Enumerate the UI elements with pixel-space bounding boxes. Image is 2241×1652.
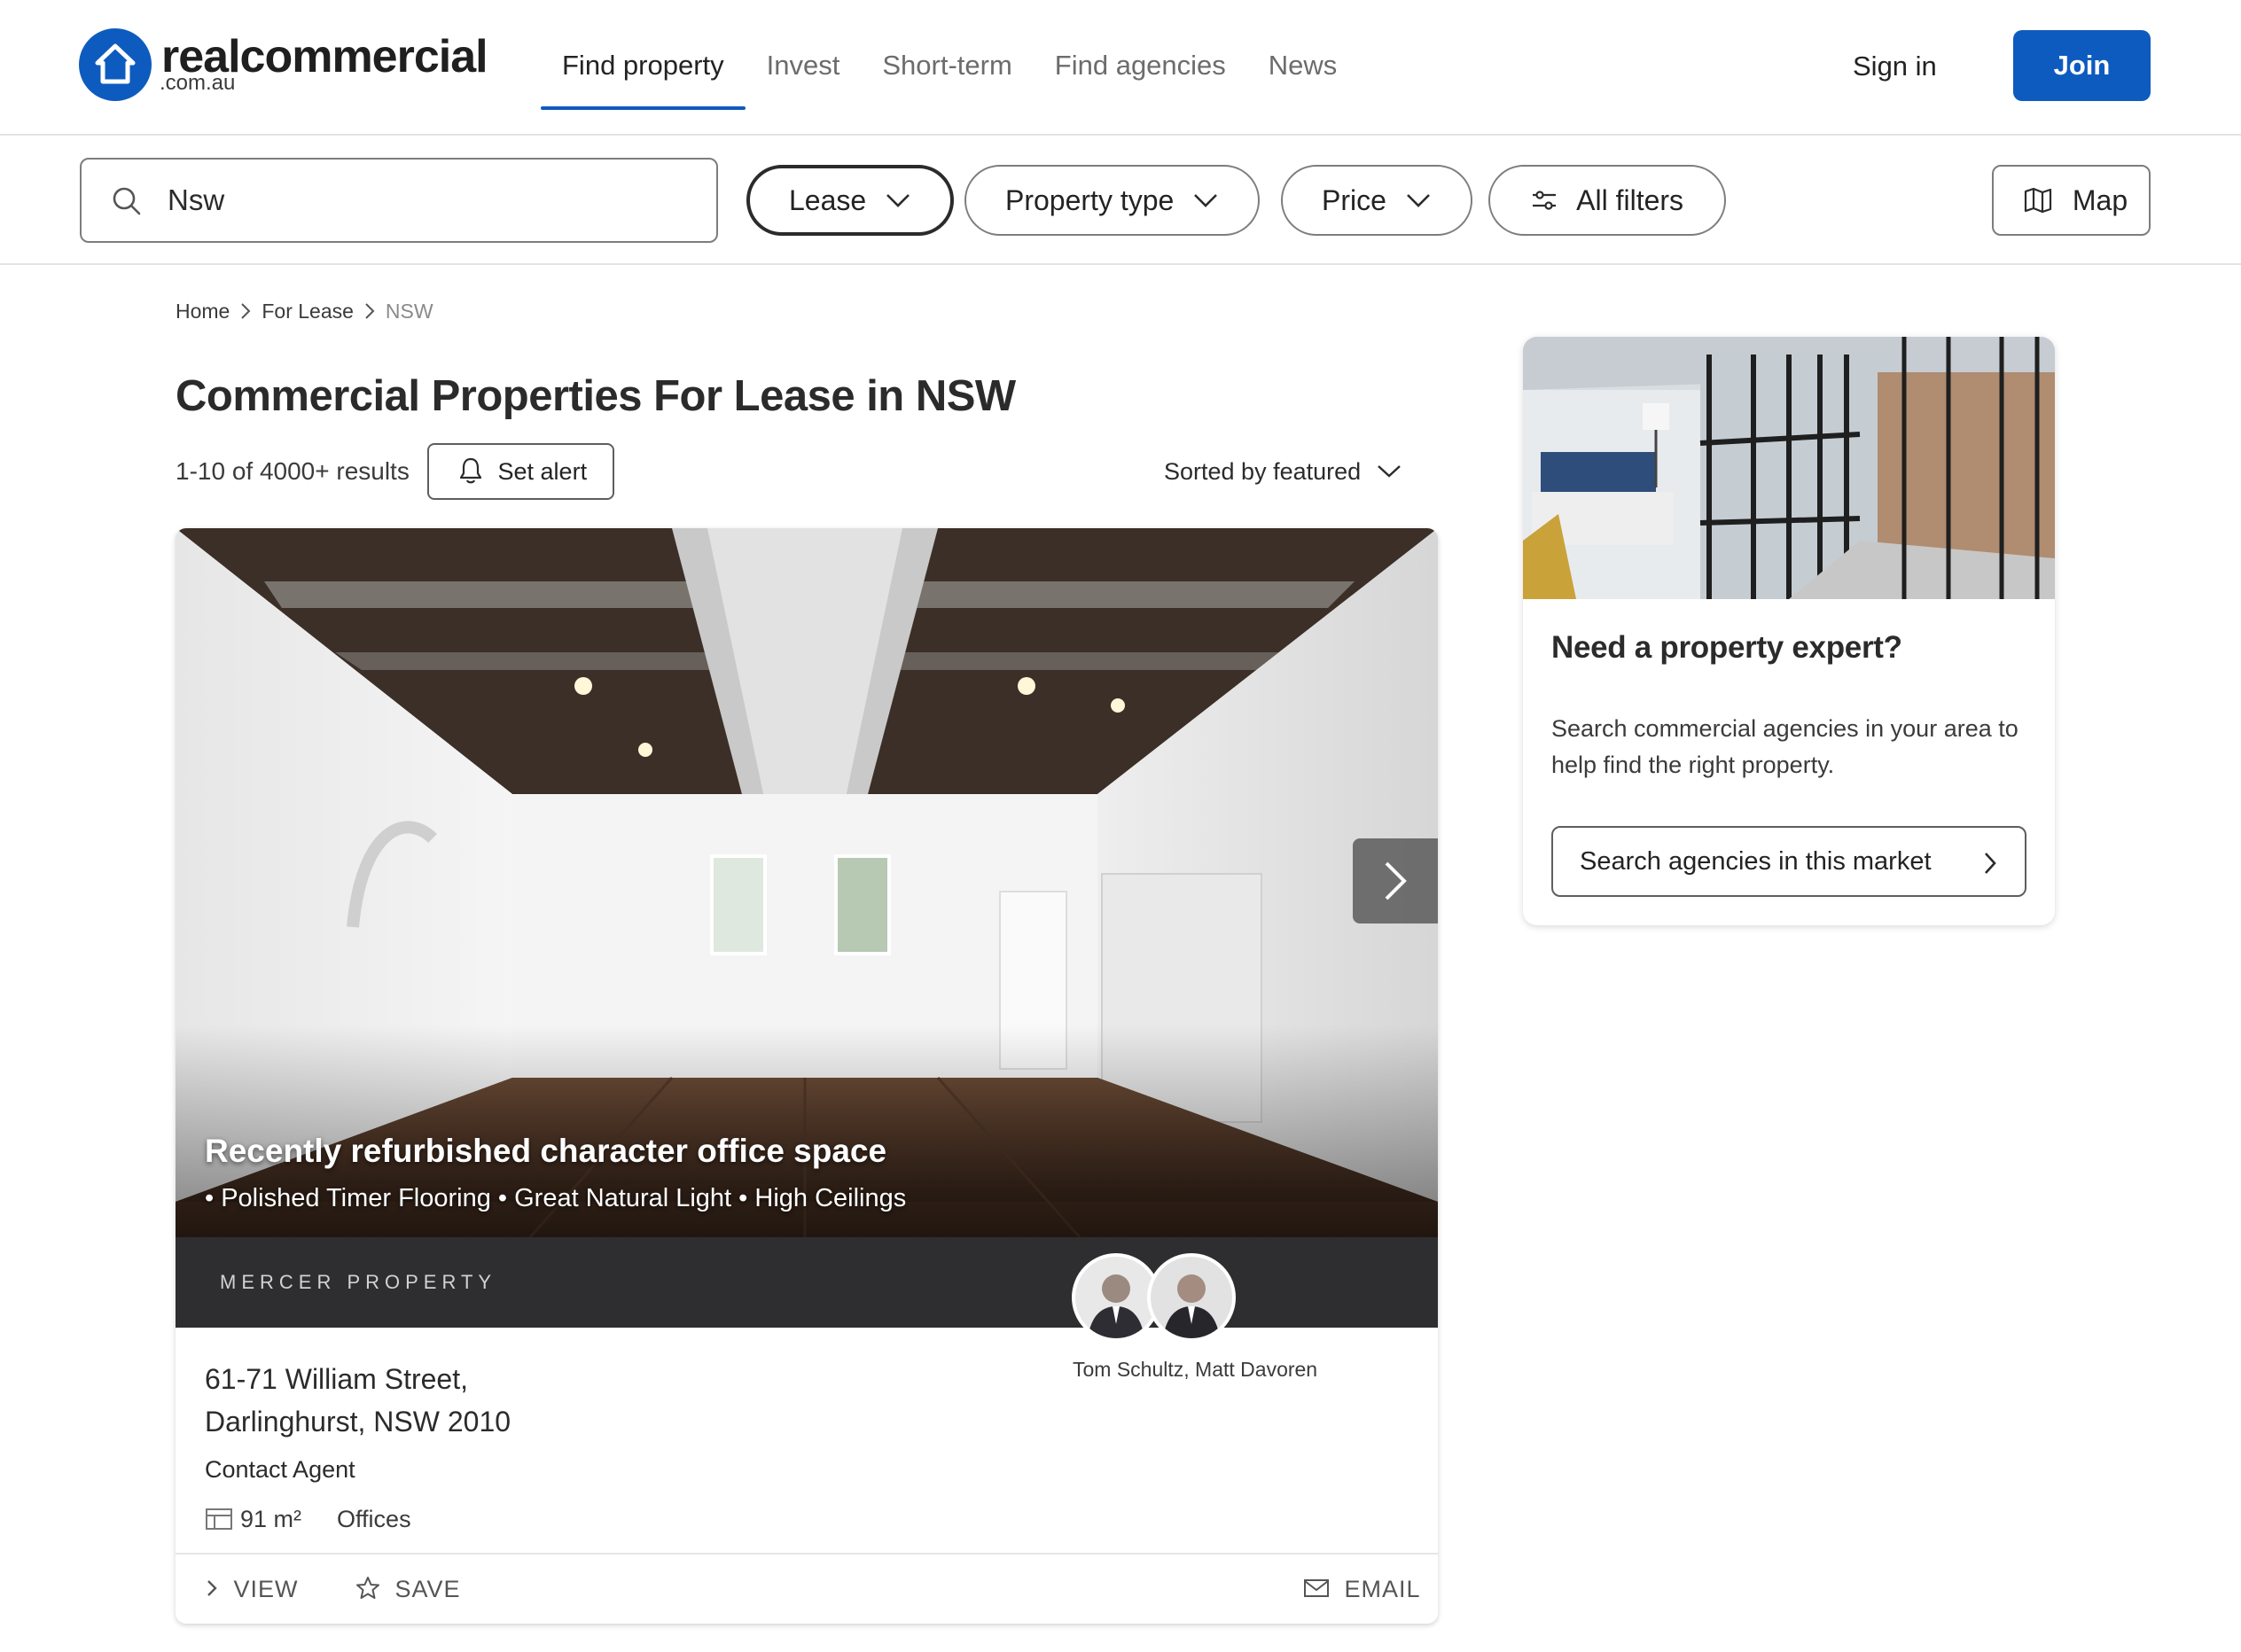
listing-actions: VIEW SAVE EMAIL <box>176 1553 1438 1624</box>
nav-find-property[interactable]: Find property <box>541 0 746 110</box>
sort-dropdown[interactable]: Sorted by featured <box>1164 452 1402 491</box>
chevron-right-icon <box>365 303 375 319</box>
chevron-right-icon <box>1985 853 1996 874</box>
lease-label: Lease <box>789 184 867 216</box>
agent-photo <box>1151 1257 1232 1338</box>
join-button[interactable]: Join <box>2013 30 2151 101</box>
listing-subheadline: • Polished Timer Flooring • Great Natura… <box>205 1184 907 1212</box>
chevron-down-icon <box>886 193 910 207</box>
listing-photo[interactable]: Recently refurbished character office sp… <box>176 528 1438 1237</box>
floor-area-icon <box>206 1508 232 1530</box>
floor-area: 91 m² <box>240 1506 302 1532</box>
email-label: EMAIL <box>1344 1576 1421 1602</box>
chevron-right-icon <box>1385 861 1407 900</box>
search-icon <box>113 187 141 215</box>
breadcrumb-for-lease[interactable]: For Lease <box>262 300 354 323</box>
nav-find-agencies[interactable]: Find agencies <box>1034 0 1247 110</box>
chevron-down-icon <box>1406 193 1430 207</box>
promo-text: Search commercial agencies in your area … <box>1551 715 2018 778</box>
breadcrumb-home[interactable]: Home <box>176 300 230 323</box>
search-agencies-button[interactable]: Search agencies in this market <box>1551 826 2026 897</box>
price-label: Price <box>1322 184 1386 216</box>
view-label: VIEW <box>233 1576 299 1602</box>
bell-icon <box>459 457 482 484</box>
house-icon <box>79 28 152 101</box>
site-header: realcommercial .com.au Find property Inv… <box>0 0 2241 136</box>
property-type-label: Property type <box>1005 184 1175 216</box>
listing-headline: Recently refurbished character office sp… <box>205 1133 887 1169</box>
set-alert-label: Set alert <box>497 458 588 485</box>
listing-card[interactable]: Recently refurbished character office sp… <box>176 528 1438 1624</box>
view-button[interactable]: VIEW <box>205 1555 299 1624</box>
property-type-dropdown[interactable]: Property type <box>964 165 1261 236</box>
agent-avatar[interactable] <box>1147 1253 1236 1342</box>
nav-short-term[interactable]: Short-term <box>861 0 1033 110</box>
all-filters-button[interactable]: All filters <box>1488 165 1727 236</box>
agent-photo <box>1075 1257 1157 1338</box>
office-interior-image <box>176 528 1438 1237</box>
set-alert-button[interactable]: Set alert <box>427 443 614 500</box>
map-icon <box>2024 187 2052 213</box>
breadcrumb: Home For Lease NSW <box>176 298 433 324</box>
office-corridor-image <box>1523 337 2055 599</box>
agency-promo-card: Need a property expert? Search commercia… <box>1523 337 2055 925</box>
chevron-right-icon <box>207 1580 217 1597</box>
search-value: Nsw <box>168 183 225 216</box>
lease-dropdown[interactable]: Lease <box>746 165 955 236</box>
chevron-down-icon <box>1194 193 1218 207</box>
nav-invest[interactable]: Invest <box>746 0 862 110</box>
main-nav: Find property Invest Short-term Find age… <box>541 0 1358 136</box>
location-search-input[interactable]: Nsw <box>80 158 718 243</box>
map-button[interactable]: Map <box>1992 165 2151 236</box>
sign-in-link[interactable]: Sign in <box>1853 44 1937 89</box>
agency-branding-bar: MERCER PROPERTY <box>176 1237 1438 1328</box>
sliders-icon <box>1533 190 1556 210</box>
page-title: Commercial Properties For Lease in NSW <box>176 372 1016 420</box>
envelope-icon <box>1304 1579 1329 1598</box>
price-dropdown[interactable]: Price <box>1281 165 1472 236</box>
listing-address-line2[interactable]: Darlinghurst, NSW 2010 <box>205 1400 511 1443</box>
listing-features: 91 m² Offices <box>205 1501 411 1537</box>
star-icon <box>356 1577 379 1600</box>
next-photo-button[interactable] <box>1353 838 1438 923</box>
chevron-down-icon <box>1377 464 1401 478</box>
promo-image <box>1523 337 2055 599</box>
nav-news[interactable]: News <box>1247 0 1359 110</box>
site-logo[interactable]: realcommercial .com.au <box>79 28 488 105</box>
chevron-right-icon <box>241 303 251 319</box>
logo-domain: .com.au <box>160 71 236 95</box>
all-filters-label: All filters <box>1576 184 1684 216</box>
promo-title: Need a property expert? <box>1551 630 1902 665</box>
email-button[interactable]: EMAIL <box>1303 1555 1421 1624</box>
agent-names: Tom Schultz, Matt Davoren <box>1073 1358 1318 1381</box>
listing-price: Contact Agent <box>205 1456 355 1483</box>
agency-name: MERCER PROPERTY <box>220 1271 497 1293</box>
search-agencies-label: Search agencies in this market <box>1580 847 1932 876</box>
save-button[interactable]: SAVE <box>355 1555 461 1624</box>
sort-label: Sorted by featured <box>1164 458 1362 485</box>
filter-bar: Nsw Lease Property type Price All filter… <box>0 136 2241 265</box>
agent-avatars[interactable] <box>1072 1253 1236 1342</box>
property-type: Offices <box>337 1506 411 1532</box>
listing-address-line1[interactable]: 61-71 William Street, <box>205 1358 468 1400</box>
save-label: SAVE <box>394 1576 461 1602</box>
result-count: 1-10 of 4000+ results <box>176 457 410 485</box>
map-label: Map <box>2072 184 2128 216</box>
breadcrumb-current: NSW <box>385 299 433 323</box>
